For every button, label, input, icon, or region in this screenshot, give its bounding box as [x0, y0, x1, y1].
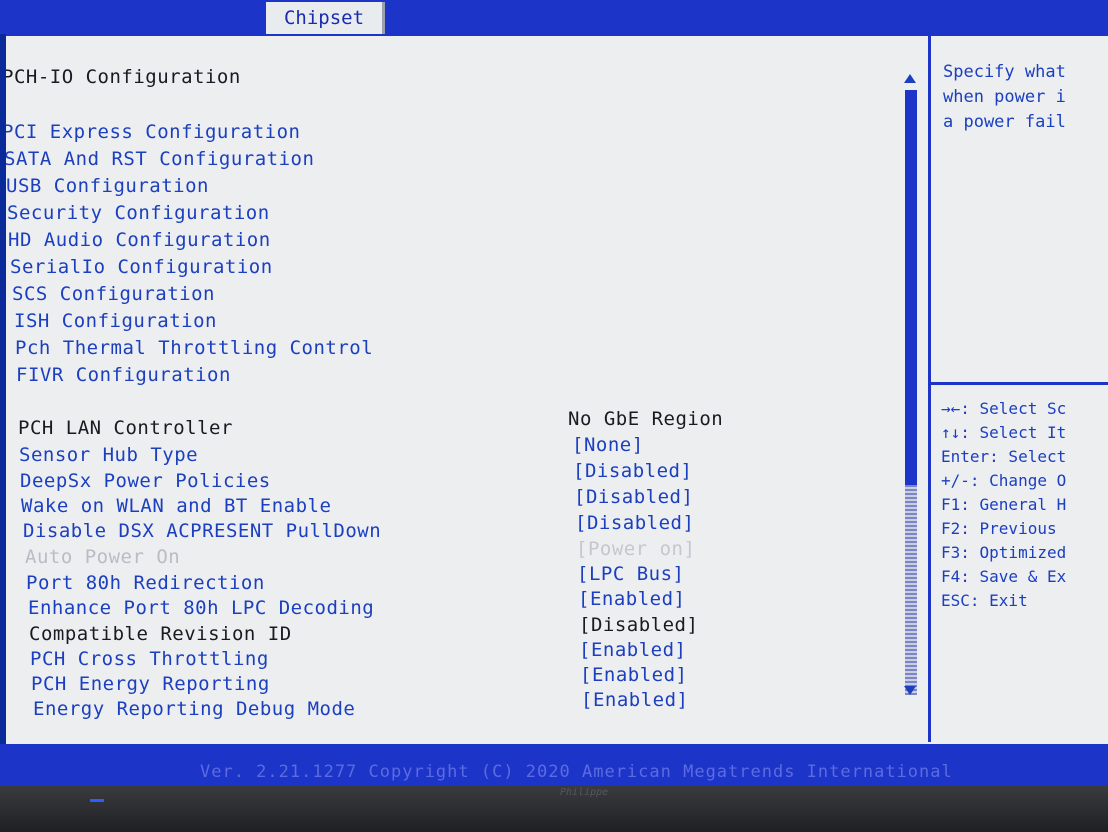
- key-hint-change-option: +/-: Change O: [941, 471, 1067, 490]
- submenu-hd-audio[interactable]: HD Audio Configuration: [8, 229, 271, 251]
- setting-label-auto-power-on[interactable]: Auto Power On: [25, 546, 180, 568]
- help-line: Specify what: [943, 62, 1066, 82]
- submenu-pci-express[interactable]: PCI Express Configuration: [6, 121, 300, 143]
- scroll-down-arrow-icon[interactable]: [904, 686, 916, 695]
- submenu-serialio[interactable]: SerialIo Configuration: [10, 256, 273, 278]
- monitor-logo: Philippe: [560, 787, 609, 798]
- page-title: PCH-IO Configuration: [6, 66, 241, 88]
- setting-value-port-80h[interactable]: [LPC Bus]: [577, 563, 684, 585]
- setting-label-enhance-port-80h[interactable]: Enhance Port 80h LPC Decoding: [28, 597, 374, 619]
- help-line: a power fail: [943, 112, 1066, 132]
- setting-label-wake-wlan-bt[interactable]: Wake on WLAN and BT Enable: [21, 495, 331, 517]
- setting-value-energy-debug-mode[interactable]: [Enabled]: [581, 689, 688, 711]
- key-hint-f4: F4: Save & Ex: [941, 567, 1067, 586]
- tab-chipset[interactable]: Chipset: [266, 2, 385, 34]
- key-hint-enter: Enter: Select: [941, 447, 1067, 466]
- scroll-track[interactable]: [905, 485, 917, 695]
- key-hint-f2: F2: Previous: [941, 519, 1057, 538]
- key-hint-select-item: ↑↓: Select It: [941, 423, 1067, 442]
- setting-value-compat-rev-id: [Disabled]: [579, 614, 699, 636]
- setting-label-port-80h[interactable]: Port 80h Redirection: [26, 572, 265, 594]
- main-panel: PCH-IO Configuration PCI Express Configu…: [6, 34, 1108, 746]
- power-led-icon: [90, 799, 104, 802]
- submenu-pch-thermal[interactable]: Pch Thermal Throttling Control: [15, 337, 373, 359]
- setting-value-dsx-acpresent[interactable]: [Disabled]: [575, 512, 694, 534]
- setting-value-deepsx[interactable]: [Disabled]: [573, 460, 692, 482]
- submenu-security[interactable]: Security Configuration: [7, 202, 270, 224]
- submenu-fivr[interactable]: FIVR Configuration: [16, 364, 231, 386]
- setting-value-pch-cross-throttling[interactable]: [Enabled]: [579, 639, 686, 661]
- setting-label-energy-debug-mode[interactable]: Energy Reporting Debug Mode: [33, 698, 355, 720]
- submenu-scs[interactable]: SCS Configuration: [12, 283, 215, 305]
- help-divider: [931, 382, 1108, 385]
- monitor-bezel: Philippe: [0, 785, 1108, 832]
- setting-label-pch-lan: PCH LAN Controller: [18, 417, 233, 439]
- submenu-ish[interactable]: ISH Configuration: [14, 310, 217, 332]
- setting-label-pch-energy-reporting[interactable]: PCH Energy Reporting: [31, 673, 270, 695]
- setting-label-dsx-acpresent[interactable]: Disable DSX ACPRESENT PullDown: [23, 520, 381, 542]
- bios-screen: Chipset PCH-IO Configuration PCI Express…: [0, 0, 1108, 785]
- setting-value-auto-power-on[interactable]: [Power on]: [576, 538, 695, 560]
- setting-value-wake-wlan-bt[interactable]: [Disabled]: [574, 486, 693, 508]
- key-hint-f1: F1: General H: [941, 495, 1067, 514]
- setting-label-compat-rev-id: Compatible Revision ID: [29, 623, 292, 645]
- setting-value-sensor-hub[interactable]: [None]: [572, 434, 644, 456]
- scrollbar[interactable]: [904, 74, 918, 695]
- setting-label-sensor-hub[interactable]: Sensor Hub Type: [19, 444, 198, 466]
- submenu-usb[interactable]: USB Configuration: [6, 175, 209, 197]
- help-line: when power i: [943, 87, 1066, 107]
- settings-pane: PCH-IO Configuration PCI Express Configu…: [6, 36, 931, 742]
- setting-value-enhance-port-80h[interactable]: [Enabled]: [578, 588, 685, 610]
- key-hint-esc: ESC: Exit: [941, 591, 1028, 610]
- key-hint-f3: F3: Optimized: [941, 543, 1067, 562]
- setting-value-pch-lan: No GbE Region: [568, 408, 724, 430]
- key-hint-select-screen: →←: Select Sc: [941, 399, 1067, 418]
- scroll-up-arrow-icon[interactable]: [904, 74, 916, 83]
- help-pane: Specify what when power i a power fail →…: [931, 36, 1108, 742]
- setting-value-pch-energy-reporting[interactable]: [Enabled]: [580, 664, 687, 686]
- submenu-sata-rst[interactable]: SATA And RST Configuration: [6, 148, 314, 170]
- copyright-text: Ver. 2.21.1277 Copyright (C) 2020 Americ…: [200, 762, 953, 782]
- footer-bar: Ver. 2.21.1277 Copyright (C) 2020 Americ…: [0, 744, 1108, 785]
- scroll-thumb[interactable]: [905, 90, 917, 485]
- setting-label-deepsx[interactable]: DeepSx Power Policies: [20, 470, 271, 492]
- top-menu-bar: Chipset: [0, 0, 1108, 34]
- setting-label-pch-cross-throttling[interactable]: PCH Cross Throttling: [30, 648, 269, 670]
